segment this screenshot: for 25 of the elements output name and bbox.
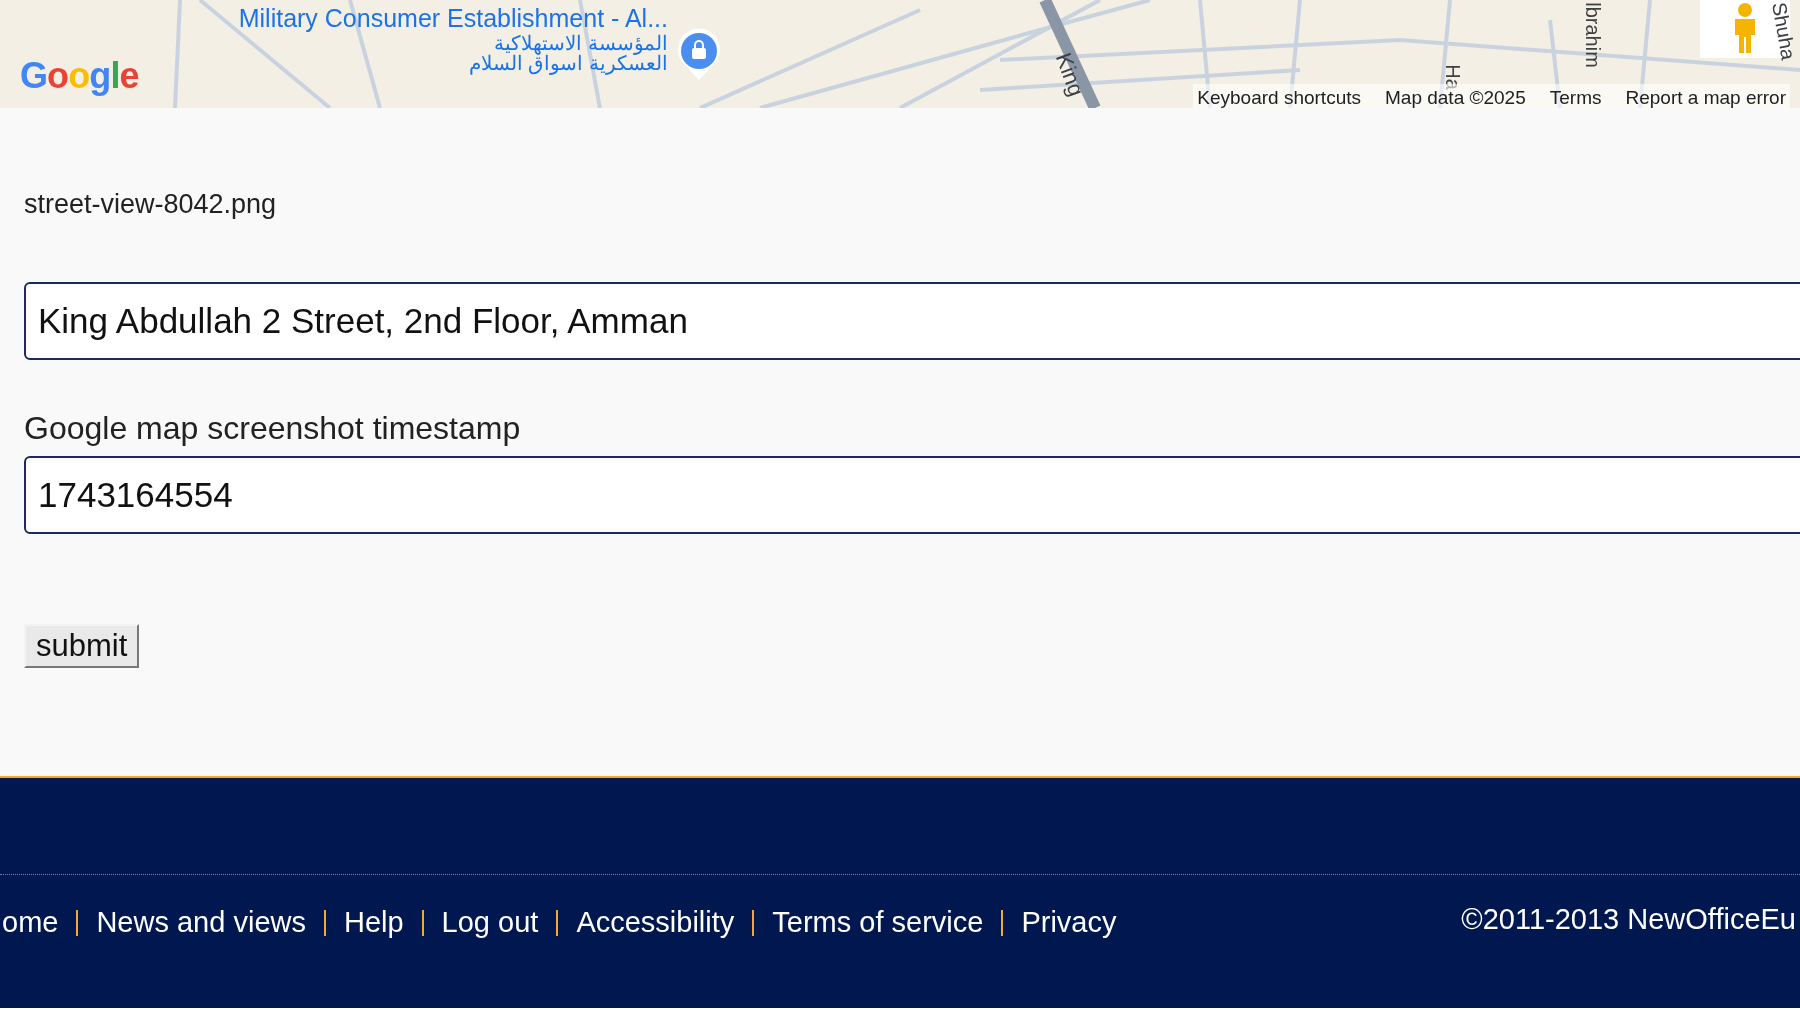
map-attribution-link[interactable]: Report a map error: [1625, 84, 1786, 108]
footer-link[interactable]: Accessibility: [576, 901, 735, 945]
place-name-arabic[interactable]: العسكرية اسواق السلام: [468, 53, 668, 73]
google-logo: Google: [20, 58, 139, 94]
map-attribution-link[interactable]: Keyboard shortcuts: [1197, 84, 1361, 108]
field-label: Google map screenshot timestamp: [24, 408, 522, 448]
map-attribution-link[interactable]: Terms: [1549, 84, 1602, 108]
street-label: Ha: [1441, 64, 1464, 90]
street-label: King: [1049, 48, 1091, 101]
place-name-arabic[interactable]: المؤسسة الاستهلاكية: [494, 33, 668, 53]
footer-link[interactable]: Privacy: [1021, 901, 1117, 945]
street-label: Shuha: [1767, 0, 1800, 63]
footer-link[interactable]: Terms of service: [772, 901, 984, 945]
footer-link[interactable]: ome: [2, 901, 59, 945]
footer-link[interactable]: Help: [343, 901, 404, 945]
submit-button[interactable]: submit: [24, 623, 140, 668]
place-name[interactable]: Military Consumer Establishment - Al...: [238, 6, 668, 31]
copyright-text: ©2011-2013 NewOfficeEu: [1461, 902, 1796, 937]
shopping-bag-pin-icon[interactable]: [676, 28, 722, 82]
footer-link[interactable]: News and views: [96, 901, 306, 945]
address-input[interactable]: King Abdullah 2 Street, 2nd Floor, Amman: [24, 281, 1800, 360]
file-name: street-view-8042.png: [24, 188, 278, 221]
footer-link[interactable]: Log out: [441, 901, 539, 945]
street-label: lbrahim: [1580, 2, 1605, 68]
timestamp-input[interactable]: 1743164554: [24, 455, 1800, 534]
